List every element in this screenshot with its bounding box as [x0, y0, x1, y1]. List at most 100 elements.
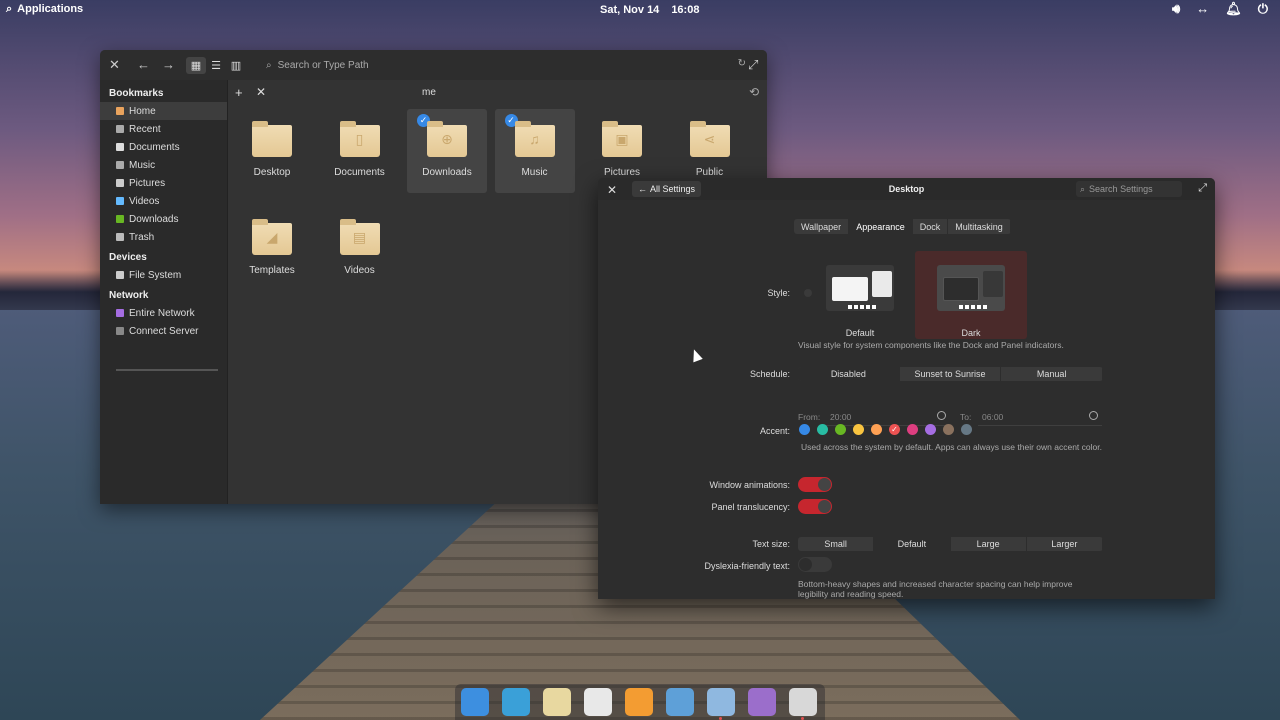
- tab-title[interactable]: me: [422, 87, 436, 98]
- folder-name: Templates: [249, 265, 295, 276]
- sidebar-item-file-system[interactable]: File System: [100, 266, 227, 284]
- datetime-indicator[interactable]: Sat, Nov 14 16:08: [600, 4, 699, 16]
- web-browser-icon[interactable]: [502, 688, 530, 716]
- folder-glyph-icon: ⋖: [703, 131, 716, 147]
- folder-item-templates[interactable]: ◢ Templates: [232, 207, 312, 291]
- sidebar-item-videos[interactable]: Videos: [100, 192, 227, 210]
- appcenter-icon[interactable]: [748, 688, 776, 716]
- sidebar-item-label: Trash: [129, 231, 155, 243]
- downloads-icon: [116, 215, 124, 223]
- home-icon: [116, 107, 124, 115]
- new-tab-icon[interactable]: +: [235, 85, 243, 100]
- style-dark-card[interactable]: Dark: [915, 251, 1027, 339]
- from-time-field[interactable]: 20:00: [830, 412, 851, 422]
- clock-icon[interactable]: [937, 411, 946, 420]
- accent-swatch[interactable]: [853, 424, 864, 435]
- to-time-field[interactable]: 06:00: [982, 412, 1003, 422]
- to-label: To:: [960, 412, 972, 422]
- files-headerbar: ✕ ← → ▦ ☰ ▥ ⌕ Search or Type Path ↻ ⤢: [100, 50, 767, 80]
- sidebar-item-trash[interactable]: Trash: [100, 228, 227, 246]
- path-bar[interactable]: ⌕ Search or Type Path ↻: [266, 55, 746, 75]
- close-tab-icon[interactable]: ✕: [256, 85, 266, 99]
- accent-swatch[interactable]: [961, 424, 972, 435]
- system-settings-icon[interactable]: [707, 688, 735, 716]
- list-view-icon[interactable]: ☰: [206, 57, 226, 74]
- volume-icon[interactable]: 🔊︎: [1172, 2, 1180, 15]
- calendar-icon[interactable]: [584, 688, 612, 716]
- schedule-option-manual[interactable]: Manual: [1001, 367, 1103, 381]
- sidebar-item-music[interactable]: Music: [100, 156, 227, 174]
- multitasking-view-icon[interactable]: [461, 688, 489, 716]
- sidebar-item-entire-network[interactable]: Entire Network: [100, 304, 227, 322]
- reload-icon[interactable]: ↻: [738, 58, 746, 69]
- folder-item-downloads[interactable]: ✓ ⊕ Downloads: [407, 109, 487, 193]
- sidebar-item-documents[interactable]: Documents: [100, 138, 227, 156]
- tab-dock[interactable]: Dock: [913, 219, 949, 234]
- photos-icon[interactable]: [666, 688, 694, 716]
- files-tabbar: + ✕ me ⟲: [228, 80, 767, 105]
- forward-icon[interactable]: →: [162, 57, 175, 72]
- network-icon[interactable]: ↔: [1196, 2, 1209, 15]
- sidebar-item-home[interactable]: Home: [100, 102, 227, 120]
- sidebar-item-recent[interactable]: Recent: [100, 120, 227, 138]
- maximize-icon[interactable]: ⤢: [1198, 182, 1207, 195]
- accent-swatch[interactable]: [907, 424, 918, 435]
- tab-wallpaper[interactable]: Wallpaper: [794, 219, 850, 234]
- text-size-option-larger[interactable]: Larger: [1027, 537, 1103, 551]
- default-style-radio[interactable]: [804, 289, 812, 297]
- accent-swatch[interactable]: [871, 424, 882, 435]
- schedule-option-sunset-to-sunrise[interactable]: Sunset to Sunrise: [900, 367, 1002, 381]
- clock-icon[interactable]: [1089, 411, 1098, 420]
- storage-usage-bar: [116, 369, 218, 371]
- sidebar-item-connect-server[interactable]: Connect Server: [100, 322, 227, 340]
- window-animations-switch[interactable]: [798, 477, 832, 492]
- notifications-icon[interactable]: 🔔︎: [1225, 2, 1242, 15]
- back-icon[interactable]: ←: [137, 57, 150, 72]
- style-default-card[interactable]: Default: [821, 258, 899, 338]
- connect-server-icon: [116, 327, 124, 335]
- dyslexia-switch[interactable]: [798, 557, 832, 572]
- panel-translucency-switch[interactable]: [798, 499, 832, 514]
- search-icon: ⌕: [6, 2, 13, 15]
- accent-label: Accent:: [759, 426, 790, 436]
- tab-multitasking[interactable]: Multitasking: [948, 219, 1011, 234]
- accent-swatch[interactable]: ✓: [889, 424, 900, 435]
- folder-item-documents[interactable]: ▯ Documents: [320, 109, 400, 193]
- folder-name: Public: [695, 167, 724, 178]
- sidebar-item-downloads[interactable]: Downloads: [100, 210, 227, 228]
- folder-item-desktop[interactable]: Desktop: [232, 109, 312, 193]
- sidebar-item-pictures[interactable]: Pictures: [100, 174, 227, 192]
- text-size-label: Text size:: [752, 539, 790, 549]
- search-placeholder: Search Settings: [1089, 184, 1153, 194]
- accent-swatch[interactable]: [817, 424, 828, 435]
- folder-glyph-icon: ◢: [266, 229, 278, 245]
- tab-appearance[interactable]: Appearance: [849, 219, 913, 234]
- folder-icon: ⊕: [427, 121, 467, 157]
- music-icon[interactable]: [625, 688, 653, 716]
- mail-icon[interactable]: [543, 688, 571, 716]
- folder-item-music[interactable]: ✓ ♫ Music: [494, 109, 575, 193]
- text-size-option-small[interactable]: Small: [798, 537, 875, 551]
- accent-swatch[interactable]: [835, 424, 846, 435]
- sidebar-item-label: Entire Network: [129, 307, 195, 319]
- files-icon[interactable]: [789, 688, 817, 716]
- sidebar-item-label: Downloads: [129, 213, 179, 225]
- accent-swatch[interactable]: [799, 424, 810, 435]
- maximize-icon[interactable]: ⤢: [748, 57, 758, 73]
- column-view-icon[interactable]: ▥: [226, 57, 246, 74]
- history-icon[interactable]: ⟲: [749, 85, 759, 99]
- applications-menu[interactable]: ⌕ Applications: [6, 3, 83, 15]
- folder-item-videos[interactable]: ▤ Videos: [320, 207, 400, 291]
- sidebar-item-label: Documents: [129, 141, 180, 153]
- search-settings-input[interactable]: ⌕ Search Settings: [1076, 181, 1182, 197]
- accent-swatch[interactable]: [925, 424, 936, 435]
- text-size-option-large[interactable]: Large: [951, 537, 1027, 551]
- accent-swatch[interactable]: [943, 424, 954, 435]
- from-label: From:: [798, 412, 821, 422]
- text-size-option-default[interactable]: Default: [874, 537, 951, 551]
- power-icon[interactable]: ⏻: [1258, 2, 1268, 15]
- close-icon[interactable]: ✕: [109, 57, 120, 73]
- schedule-option-disabled[interactable]: Disabled: [798, 367, 900, 381]
- folder-name: Pictures: [603, 167, 641, 178]
- grid-view-icon[interactable]: ▦: [186, 57, 206, 74]
